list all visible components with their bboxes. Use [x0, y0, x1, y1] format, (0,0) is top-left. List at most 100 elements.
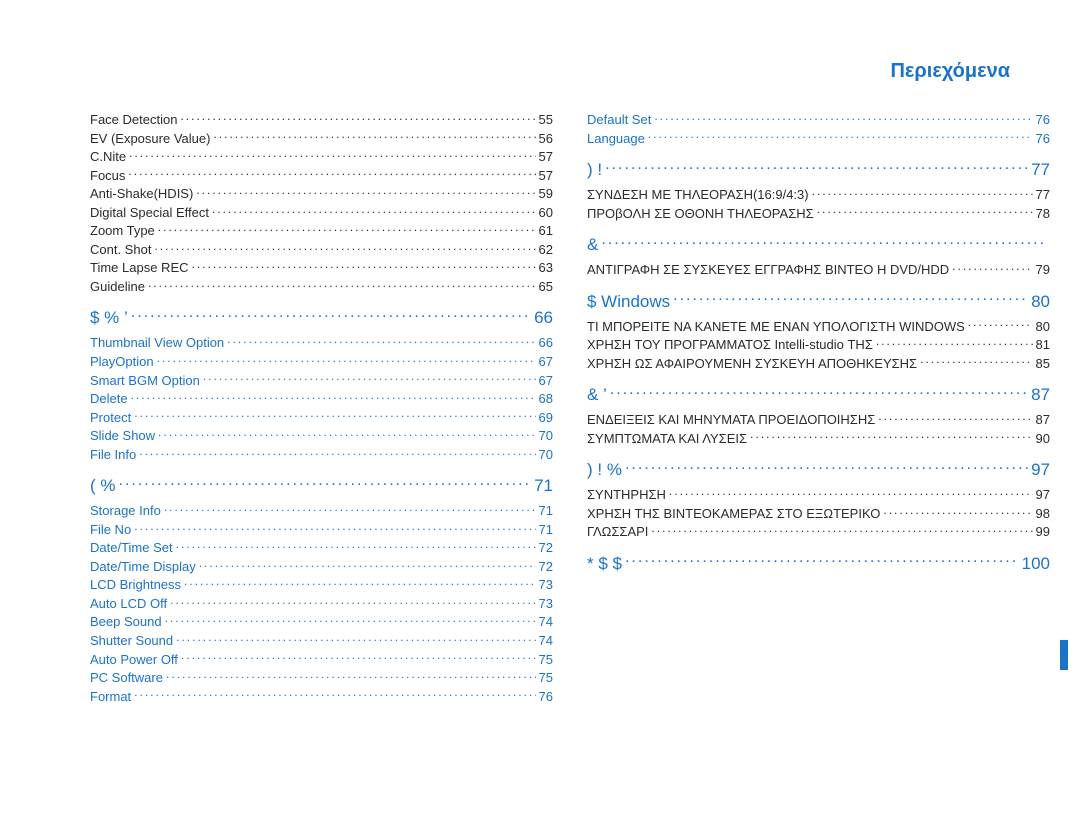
toc-entry-page: 76	[1036, 130, 1050, 148]
toc-entry: Date/Time Set72	[90, 539, 553, 557]
toc-entry-label: Auto Power Off	[90, 651, 178, 669]
toc-entry-label: Anti-Shake(HDIS)	[90, 185, 193, 203]
toc-entry-page: 62	[539, 241, 553, 259]
toc-entry: Format 76	[90, 688, 553, 706]
toc-entry-page: 69	[539, 409, 553, 427]
dot-leader	[184, 576, 535, 589]
dot-leader	[134, 688, 535, 701]
toc-entry-page: 71	[539, 502, 553, 520]
thumb-index-bar	[1060, 640, 1068, 670]
toc-entry-label: Format	[90, 688, 131, 706]
toc-entry: Time Lapse REC63	[90, 259, 553, 277]
toc-entry: ΣΥΜΠΤΩΜΑΤΑ ΚΑΙ ΛΥΣΕΙΣ90	[587, 430, 1050, 448]
dot-leader	[876, 336, 1033, 349]
toc-entry-label: Digital Special Effect	[90, 204, 209, 222]
page-title: Περιεχόμενα	[90, 60, 1050, 83]
dot-leader	[878, 411, 1032, 424]
toc-heading-label: ) !	[587, 159, 602, 182]
dot-leader	[648, 130, 1033, 143]
toc-heading-page: 80	[1031, 291, 1050, 314]
toc-entry: Slide Show70	[90, 427, 553, 445]
toc-heading-page: 71	[534, 475, 553, 498]
dot-leader	[158, 427, 535, 440]
toc-entry-page: 75	[539, 669, 553, 687]
toc-entry-page: 76	[539, 688, 553, 706]
toc-heading: &	[587, 234, 1050, 257]
toc-entry-page: 99	[1036, 523, 1050, 541]
toc-entry-label: PlayOption	[90, 353, 154, 371]
dot-leader	[610, 387, 1028, 400]
toc-entry: EV (Exposure Value)56	[90, 130, 553, 148]
toc-entry-page: 67	[539, 353, 553, 371]
dot-leader	[128, 167, 535, 180]
toc-heading: * $ $100	[587, 553, 1050, 576]
toc-entry: C.Nite57	[90, 148, 553, 166]
toc-entry: ΣΥΝΤΗΡΗΣΗ97	[587, 486, 1050, 504]
toc-entry-label: Time Lapse REC	[90, 259, 189, 277]
dot-leader	[134, 409, 535, 422]
toc-entry-label: Guideline	[90, 278, 145, 296]
toc-entry: ΓΛΩΣΣΑΡΙ99	[587, 523, 1050, 541]
toc-entry-label: ΣΥΝΤΗΡΗΣΗ	[587, 486, 666, 504]
toc-entry: Anti-Shake(HDIS)59	[90, 185, 553, 203]
toc-entry-label: Shutter Sound	[90, 632, 173, 650]
dot-leader	[196, 185, 535, 198]
dot-leader	[181, 651, 536, 664]
toc-entry-page: 81	[1036, 336, 1050, 354]
toc-heading-label: * $ $	[587, 553, 622, 576]
dot-leader	[148, 278, 536, 291]
dot-leader	[154, 241, 535, 254]
toc-entry-label: Default Set	[587, 111, 651, 129]
toc-entry-label: ΧΡΗΣΗ ΤΗΣ ΒΙΝΤΕΟΚΑΜΕΡΑΣ ΣΤΟ ΕΞΩΤΕΡΙΚΟ	[587, 505, 880, 523]
toc-entry: ΕΝΔΕΙΞΕΙΣ ΚΑΙ ΜΗΝΥΜΑΤΑ ΠΡΟΕΙΔΟΠΟΙΗΣΗΣ87	[587, 411, 1050, 429]
toc-entry-page: 66	[539, 334, 553, 352]
toc-heading: & ’87	[587, 384, 1050, 407]
toc-heading: ) ! 77	[587, 159, 1050, 182]
toc-entry-page: 70	[539, 427, 553, 445]
dot-leader	[812, 186, 1033, 199]
dot-leader	[625, 462, 1028, 475]
toc-entry-page: 72	[539, 539, 553, 557]
toc-entry-page: 60	[539, 204, 553, 222]
toc-entry-page: 73	[539, 595, 553, 613]
dot-leader	[129, 148, 535, 161]
page: Περιεχόμενα Face Detection55EV (Exposure…	[0, 0, 1080, 825]
toc-entry-page: 70	[539, 446, 553, 464]
toc-entry-page: 68	[539, 390, 553, 408]
toc-entry: PC Software75	[90, 669, 553, 687]
toc-heading-page: 87	[1031, 384, 1050, 407]
toc-entry-page: 67	[539, 372, 553, 390]
toc-entry: File No71	[90, 521, 553, 539]
toc-entry-page: 73	[539, 576, 553, 594]
toc-heading-label: ) ! %	[587, 459, 622, 482]
toc-heading-page: 97	[1031, 459, 1050, 482]
toc-entry: Delete68	[90, 390, 553, 408]
dot-leader	[817, 205, 1033, 218]
toc-heading: ( %71	[90, 475, 553, 498]
toc-entry-page: 85	[1036, 355, 1050, 373]
toc-entry-label: ΧΡΗΣΗ ΩΣ ΑΦΑΙΡΟΥΜΕΝΗ ΣΥΣΚΕΥΗ ΑΠΟΘΗΚΕΥΣΗΣ	[587, 355, 917, 373]
toc-entry: Zoom Type61	[90, 222, 553, 240]
toc-entry: Date/Time Display72	[90, 558, 553, 576]
dot-leader	[212, 204, 536, 217]
toc-entry-page: 77	[1036, 186, 1050, 204]
toc-entry: PlayOption 67	[90, 353, 553, 371]
toc-entry-label: ΑΝΤΙΓΡΑΦΗ ΣΕ ΣΥΣΚΕΥΕΣ ΕΓΓΡΑΦΗΣ ΒΙΝΤΕΟ Η …	[587, 261, 949, 279]
dot-leader	[157, 353, 536, 366]
toc-columns: Face Detection55EV (Exposure Value)56C.N…	[90, 111, 1050, 706]
toc-entry: ΧΡΗΣΗ ΩΣ ΑΦΑΙΡΟΥΜΕΝΗ ΣΥΣΚΕΥΗ ΑΠΟΘΗΚΕΥΣΗΣ…	[587, 355, 1050, 373]
toc-entry-page: 98	[1036, 505, 1050, 523]
dot-leader	[968, 318, 1033, 331]
toc-entry-page: 55	[539, 111, 553, 129]
toc-heading: $ % ’66	[90, 307, 553, 330]
toc-entry-page: 72	[539, 558, 553, 576]
dot-leader	[176, 539, 536, 552]
toc-entry-label: EV (Exposure Value)	[90, 130, 210, 148]
toc-heading-label: $ % ’	[90, 307, 128, 330]
toc-entry-page: 79	[1036, 261, 1050, 279]
dot-leader	[883, 505, 1032, 518]
dot-leader	[199, 558, 536, 571]
toc-heading-page: 77	[1031, 159, 1050, 182]
toc-left-column: Face Detection55EV (Exposure Value)56C.N…	[90, 111, 553, 706]
dot-leader	[170, 595, 535, 608]
